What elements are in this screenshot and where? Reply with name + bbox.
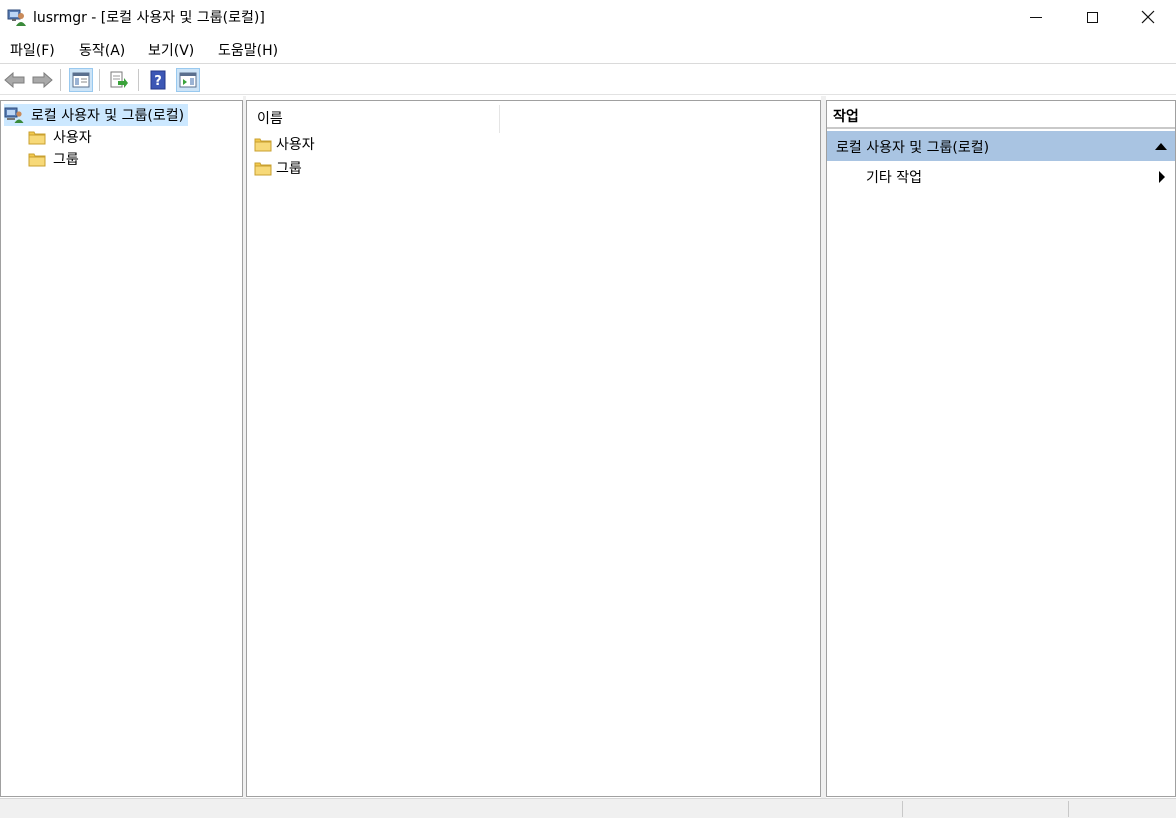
column-header-row: 이름 [248, 102, 821, 133]
actions-item-more-actions[interactable]: 기타 작업 [827, 163, 1175, 189]
forward-button[interactable] [30, 68, 54, 92]
tree-root-label: 로컬 사용자 및 그룹(로컬) [31, 108, 185, 124]
export-list-button[interactable] [107, 68, 131, 92]
folder-icon [28, 131, 46, 145]
status-divider [1068, 801, 1069, 817]
list-item-label: 사용자 [276, 137, 315, 153]
menu-help[interactable]: 도움말(H) [218, 40, 278, 60]
title-bar: lusrmgr - [로컬 사용자 및 그룹(로컬)] [0, 0, 1176, 34]
tree-item-users[interactable]: 사용자 [28, 126, 92, 148]
computer-users-app-icon [7, 7, 27, 27]
list-item-label: 그룹 [276, 161, 302, 177]
actions-header-label: 작업 [833, 109, 859, 125]
help-button[interactable]: ? [146, 68, 170, 92]
close-button[interactable] [1120, 0, 1176, 34]
computer-users-icon [4, 107, 24, 123]
maximize-button[interactable] [1064, 0, 1120, 34]
menu-bar: 파일(F) 동작(A) 보기(V) 도움말(H) [0, 34, 1176, 64]
list-item-users[interactable]: 사용자 [254, 133, 315, 155]
forward-arrow-icon [32, 72, 53, 88]
menu-action[interactable]: 동작(A) [79, 40, 125, 60]
help-icon: ? [150, 70, 166, 90]
folder-icon [254, 138, 272, 152]
show-hide-console-tree-button[interactable] [69, 68, 93, 92]
actions-group-label: 로컬 사용자 및 그룹(로컬) [836, 140, 990, 156]
collapse-up-icon[interactable] [1155, 143, 1167, 150]
actions-header: 작업 [827, 101, 1175, 129]
window-title: lusrmgr - [로컬 사용자 및 그룹(로컬)] [33, 10, 265, 26]
show-hide-action-pane-button[interactable] [176, 68, 200, 92]
tree-item-label: 사용자 [53, 130, 92, 146]
toolbar: ? [0, 65, 1176, 95]
folder-icon [28, 153, 46, 167]
menu-view[interactable]: 보기(V) [148, 40, 194, 60]
toolbar-separator [138, 69, 139, 91]
minimize-button[interactable] [1008, 0, 1064, 34]
tree-root-local-users-groups[interactable]: 로컬 사용자 및 그룹(로컬) [4, 104, 189, 126]
status-divider [902, 801, 903, 817]
back-button[interactable] [3, 68, 27, 92]
column-header-name[interactable]: 이름 [257, 108, 283, 128]
column-divider[interactable] [499, 105, 500, 133]
console-tree-pane: 로컬 사용자 및 그룹(로컬) 사용자 그룹 [0, 100, 243, 797]
svg-text:?: ? [154, 74, 162, 89]
back-arrow-icon [4, 72, 25, 88]
tree-item-label: 그룹 [53, 152, 79, 168]
export-list-icon [110, 71, 128, 88]
actions-item-label: 기타 작업 [866, 170, 922, 186]
maximize-icon [1086, 11, 1098, 23]
submenu-arrow-icon [1159, 171, 1165, 183]
results-list-pane: 이름 사용자 그룹 [246, 100, 821, 797]
actions-group-local-users-groups[interactable]: 로컬 사용자 및 그룹(로컬) [827, 131, 1175, 161]
minimize-icon [1030, 16, 1042, 18]
tree-item-groups[interactable]: 그룹 [28, 148, 79, 170]
list-item-groups[interactable]: 그룹 [254, 157, 302, 179]
toolbar-separator [99, 69, 100, 91]
toolbar-separator [60, 69, 61, 91]
menu-file[interactable]: 파일(F) [10, 40, 55, 60]
actions-pane: 작업 로컬 사용자 및 그룹(로컬) 기타 작업 [826, 100, 1176, 797]
folder-icon [254, 162, 272, 176]
show-hide-console-tree-icon [72, 72, 90, 88]
close-icon [1141, 10, 1155, 24]
show-hide-action-pane-icon [179, 72, 197, 88]
status-bar [0, 798, 1176, 818]
